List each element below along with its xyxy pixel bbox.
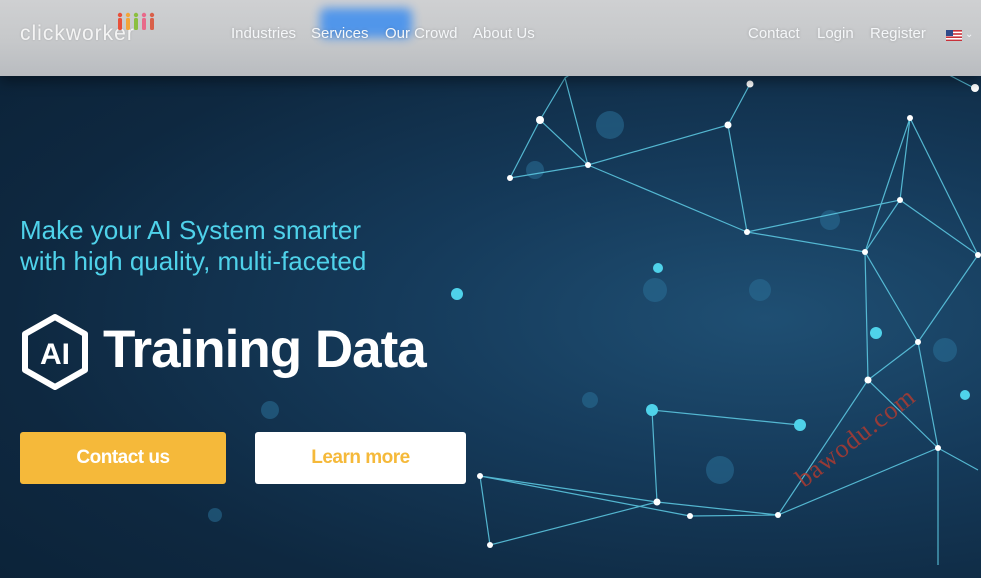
hero-tagline: Make your AI System smarter with high qu… xyxy=(20,215,366,277)
ai-badge-text: AI xyxy=(40,338,70,371)
us-flag-icon[interactable] xyxy=(946,30,962,41)
tagline-line-1: Make your AI System smarter xyxy=(20,215,361,245)
learn-more-button[interactable]: Learn more xyxy=(255,432,466,484)
crowd-figures-icon xyxy=(117,12,155,30)
network-background-graphic xyxy=(208,39,981,565)
nav-services[interactable]: Services xyxy=(311,25,369,42)
ai-hexagon-icon: AI xyxy=(22,314,88,390)
contact-us-button[interactable]: Contact us xyxy=(20,432,226,484)
hero-title: Training Data xyxy=(103,320,427,379)
nav-about-us[interactable]: About Us xyxy=(473,25,535,42)
nav-login[interactable]: Login xyxy=(817,25,854,42)
nav-register[interactable]: Register xyxy=(870,25,926,42)
hero-section: Make your AI System smarter with high qu… xyxy=(0,0,981,578)
tagline-line-2: with high quality, multi-faceted xyxy=(20,246,367,276)
chevron-down-icon[interactable]: ⌄ xyxy=(965,29,973,40)
top-navigation-bar: clickworker Industries Services Our Crow… xyxy=(0,0,981,76)
nav-industries[interactable]: Industries xyxy=(231,25,296,42)
nav-contact[interactable]: Contact xyxy=(748,25,800,42)
nav-our-crowd[interactable]: Our Crowd xyxy=(385,25,458,42)
